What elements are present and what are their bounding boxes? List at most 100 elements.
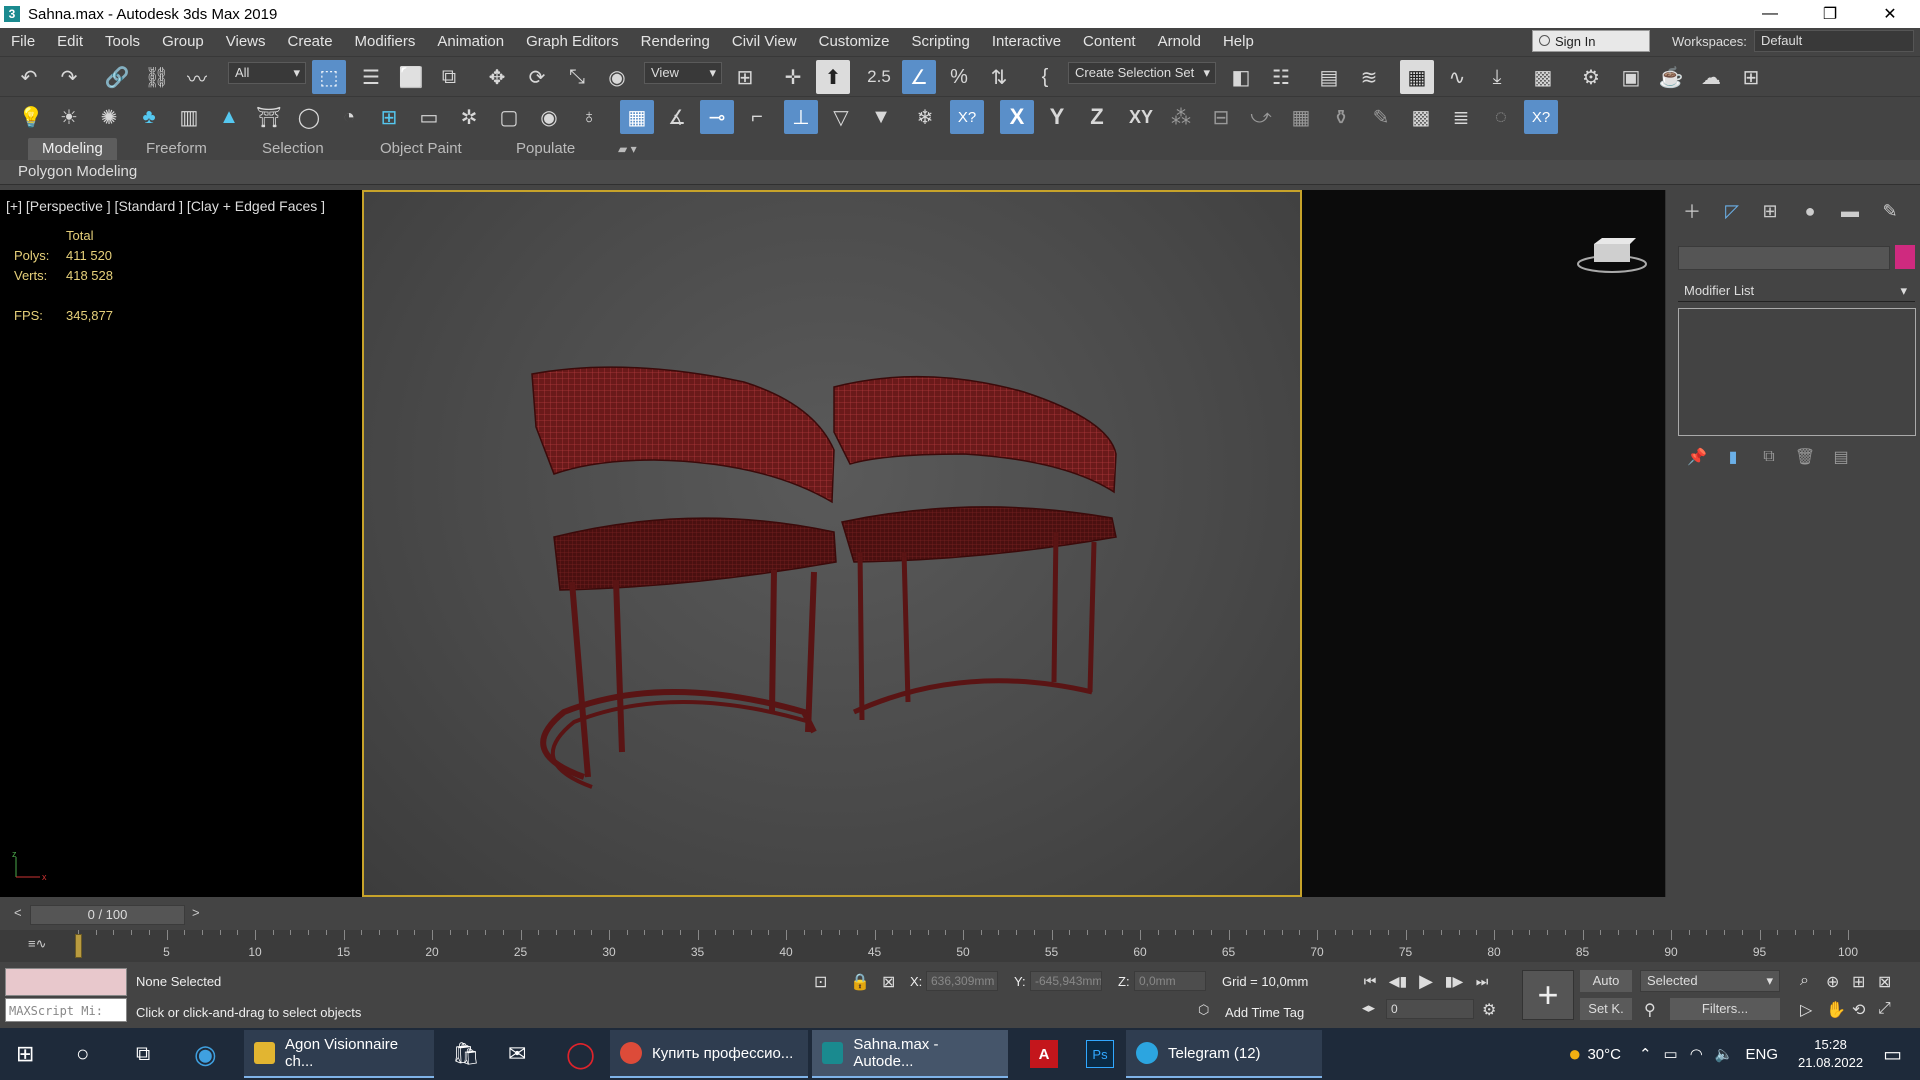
weather-icon[interactable]: ● (1568, 1041, 1581, 1067)
pan-icon[interactable]: ✋ (1826, 1000, 1846, 1020)
menu-civil-view[interactable]: Civil View (721, 28, 808, 55)
current-frame-field[interactable]: 0 (1386, 999, 1474, 1019)
teapot-icon[interactable]: ◔ (332, 100, 366, 134)
window-crossing-icon[interactable]: ⧉ (432, 60, 466, 94)
select-by-name-icon[interactable]: ☰ (354, 60, 388, 94)
absolute-mode-icon[interactable]: ⊠ (882, 972, 895, 992)
create-tab-icon[interactable]: ＋ (1676, 200, 1708, 222)
axis-xy-button[interactable]: XY (1124, 100, 1158, 134)
menu-edit[interactable]: Edit (46, 28, 94, 55)
polygon-modeling-bar[interactable]: Polygon Modeling (0, 160, 1920, 185)
language-indicator[interactable]: ENG (1746, 1046, 1779, 1063)
rendered-frame-window-icon[interactable]: ▣ (1614, 60, 1648, 94)
tab-selection[interactable]: Selection (248, 138, 338, 160)
menu-views[interactable]: Views (215, 28, 277, 55)
material-editor-icon[interactable]: ▩ (1526, 60, 1560, 94)
play-icon[interactable]: ▶ (1414, 970, 1438, 992)
motion-tab-icon[interactable]: ● (1794, 200, 1826, 222)
time-configuration-icon[interactable]: ⚙ (1482, 1000, 1496, 1020)
viewport-left[interactable]: [+] [Perspective ] [Standard ] [Clay + E… (0, 190, 362, 897)
face-snap-icon[interactable]: ⊥ (784, 100, 818, 134)
keyboard-shortcut-override-icon[interactable]: ⬆ (816, 60, 850, 94)
menu-customize[interactable]: Customize (808, 28, 901, 55)
maxscript-listener[interactable] (5, 968, 127, 996)
menu-tools[interactable]: Tools (94, 28, 151, 55)
zoom-extents-all-icon[interactable]: ⊠ (1878, 972, 1891, 992)
taskbar-app-telegram[interactable]: Telegram (12) (1126, 1030, 1322, 1078)
scale-icon[interactable]: ⤡ (560, 60, 594, 94)
curve-editor-mini-icon[interactable]: ≡∿ (28, 936, 46, 952)
modify-tab-icon[interactable]: ◸ (1716, 200, 1748, 222)
eye-icon[interactable]: ◉ (532, 100, 566, 134)
pivot-center-icon[interactable]: ⊞ (728, 60, 762, 94)
gate-icon[interactable]: ⛩ (252, 100, 286, 134)
schematic-view-icon[interactable]: ⤓ (1480, 60, 1514, 94)
tree-icon[interactable]: ♣ (132, 100, 166, 134)
redo-icon[interactable]: ↷ (52, 60, 86, 94)
plane-constraint-icon[interactable]: ⁂ (1164, 100, 1198, 134)
place-icon[interactable]: ◉ (600, 60, 634, 94)
track-bar[interactable]: ≡∿ 5 10 15 20 25 30 35 40 45 50 55 60 65 70 75 80 85 90 95… (0, 930, 1920, 962)
next-frame-arrow-icon[interactable]: > (192, 905, 200, 920)
menu-content[interactable]: Content (1072, 28, 1147, 55)
create-selection-set-select[interactable]: Create Selection Set (1068, 62, 1216, 84)
axis-x-button[interactable]: X (1000, 100, 1034, 134)
xform-icon[interactable]: X? (950, 100, 984, 134)
notifications-icon[interactable]: ▭ (1883, 1042, 1902, 1067)
search-icon[interactable]: ○ (76, 1028, 89, 1080)
grid-snap-icon[interactable]: ▦ (620, 100, 654, 134)
field-of-view-icon[interactable]: ▷ (1800, 1000, 1812, 1020)
maxscript-mini-input[interactable]: MAXScript Mi: (5, 998, 127, 1022)
selection-filter-select[interactable]: All (228, 62, 306, 84)
viewport-perspective[interactable] (362, 190, 1302, 897)
edit-named-selection-icon[interactable]: { (1028, 60, 1062, 94)
rectangular-selection-icon[interactable]: ⬜ (394, 60, 428, 94)
viewport-label[interactable]: [+] [Perspective ] [Standard ] [Clay + E… (6, 198, 325, 214)
plane-icon[interactable]: ⊞ (372, 100, 406, 134)
menu-file[interactable]: File (0, 28, 46, 55)
timeline-ruler[interactable]: 5 10 15 20 25 30 35 40 45 50 55 60 65 70 75 80 85 90 95 100 (75, 930, 1858, 962)
chair-front-model[interactable] (531, 366, 837, 789)
light-icon[interactable]: 💡 (14, 100, 48, 134)
sun-icon[interactable]: ☀ (52, 100, 86, 134)
axis-z-button[interactable]: Z (1080, 100, 1114, 134)
viewcube-icon[interactable] (1574, 230, 1654, 280)
acrobat-icon[interactable]: A (1024, 1028, 1064, 1080)
menu-animation[interactable]: Animation (426, 28, 515, 55)
remove-modifier-icon[interactable]: 🗑 (1792, 445, 1818, 469)
pin-stack-icon[interactable]: 📌 (1684, 445, 1710, 469)
chair-wireframe[interactable] (364, 192, 1300, 895)
object-name-input[interactable] (1678, 246, 1890, 270)
render-production-icon[interactable]: ☕ (1654, 60, 1688, 94)
select-object-icon[interactable]: ⬚ (312, 60, 346, 94)
selection-lock-icon[interactable]: 🔒 (850, 972, 870, 992)
go-to-start-icon[interactable]: ⏮ (1358, 970, 1382, 992)
menu-modifiers[interactable]: Modifiers (344, 28, 427, 55)
tab-freeform[interactable]: Freeform (132, 138, 221, 160)
particles-icon[interactable]: ✲ (452, 100, 486, 134)
align-icon[interactable]: ☷ (1264, 60, 1298, 94)
menu-create[interactable]: Create (277, 28, 344, 55)
menu-graph-editors[interactable]: Graph Editors (515, 28, 630, 55)
current-frame-marker[interactable] (75, 934, 82, 958)
spinner-snap-icon[interactable]: ⇅ (982, 60, 1016, 94)
opera-icon[interactable]: ◯ (566, 1028, 595, 1080)
windows-start-icon[interactable]: ⊞ (16, 1028, 34, 1080)
modifier-stack[interactable] (1678, 308, 1916, 436)
menu-rendering[interactable]: Rendering (630, 28, 721, 55)
orbit-icon[interactable]: ⟲ (1852, 1000, 1865, 1020)
display-tab-icon[interactable]: ▬ (1834, 200, 1866, 222)
taskbar-app-3dsmax[interactable]: Sahna.max - Autode... (812, 1030, 1008, 1078)
volume-icon[interactable]: 🔈 (1715, 1045, 1734, 1063)
toggle-ribbon-icon[interactable]: ▦ (1400, 60, 1434, 94)
array-icon[interactable]: ⊟ (1204, 100, 1238, 134)
mail-icon[interactable]: ✉ (508, 1028, 526, 1080)
menu-help[interactable]: Help (1212, 28, 1265, 55)
wrench-icon[interactable]: ✎ (1364, 100, 1398, 134)
edge-snap-icon[interactable]: ⌐ (740, 100, 774, 134)
photometric-icon[interactable]: ✺ (92, 100, 126, 134)
modifier-list-select[interactable]: Modifier List (1678, 280, 1915, 302)
angle-snap-icon[interactable]: ∠ (902, 60, 936, 94)
make-unique-icon[interactable]: ⧉ (1756, 445, 1782, 469)
sign-in-button[interactable]: Sign In (1532, 30, 1650, 52)
